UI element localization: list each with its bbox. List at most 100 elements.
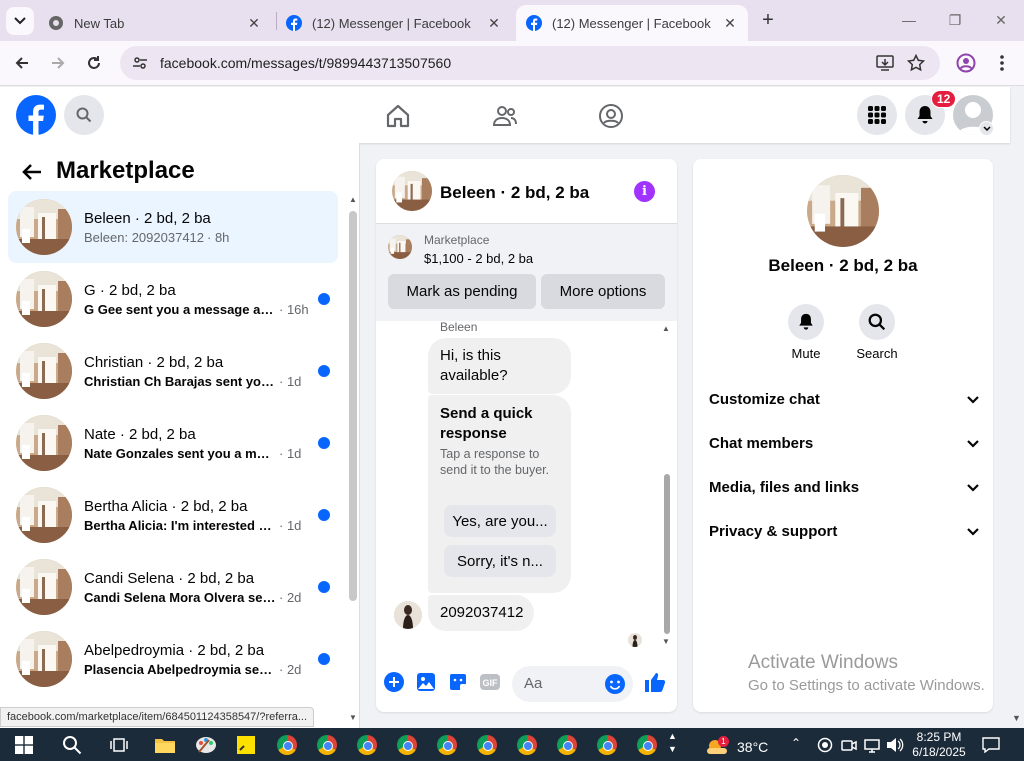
tab-search-button[interactable] <box>6 7 34 35</box>
customize-chat-section[interactable]: Customize chat <box>709 391 979 408</box>
listing-thumbnail[interactable] <box>388 235 412 259</box>
forward-button[interactable] <box>44 49 72 77</box>
privacy-support-section[interactable]: Privacy & support <box>709 523 979 540</box>
chrome-taskbar-button[interactable] <box>354 732 380 758</box>
site-info-icon[interactable] <box>132 55 148 71</box>
browser-toolbar: facebook.com/messages/t/9899443713507560 <box>0 41 1024 86</box>
chrome-taskbar-button[interactable] <box>634 732 660 758</box>
gif-icon[interactable]: GIF <box>479 672 501 692</box>
conversation-item[interactable]: Abelpedroymia · 2 bd, 2 ba Plasencia Abel… <box>8 623 338 695</box>
taskbar-scroll[interactable]: ▲ ▼ <box>668 730 677 756</box>
page-scroll-down-icon[interactable]: ▼ <box>1012 713 1021 723</box>
chrome-icon <box>597 735 617 755</box>
new-tab-button[interactable]: + <box>753 8 783 32</box>
task-view-button[interactable] <box>106 732 132 758</box>
conversation-item[interactable]: Nate · 2 bd, 2 ba Nate Gonzales sent you … <box>8 407 338 479</box>
volume-button[interactable] <box>882 732 908 758</box>
fb-search-button[interactable] <box>64 95 104 135</box>
windows-taskbar: ▲ ▼ 1 38°C ⌃ 8:25 PM 6/18/2025 <box>0 728 1024 761</box>
more-options-button[interactable]: More options <box>541 274 665 309</box>
quick-reply-button[interactable]: Sorry, it's n... <box>444 545 556 577</box>
section-label: Privacy & support <box>709 523 838 540</box>
conversation-item[interactable]: Candi Selena · 2 bd, 2 ba Candi Selena Mo… <box>8 551 338 623</box>
address-bar[interactable]: facebook.com/messages/t/9899443713507560 <box>120 46 940 80</box>
minimize-button[interactable]: — <box>894 8 924 32</box>
info-icon[interactable]: i <box>634 181 655 202</box>
chrome-taskbar-button[interactable] <box>474 732 500 758</box>
message-bubble[interactable]: 2092037412 <box>428 595 534 631</box>
chrome-taskbar-button[interactable] <box>514 732 540 758</box>
emoji-icon[interactable] <box>604 673 626 695</box>
conversation-name: Beleen · 2 bd, 2 ba <box>84 209 211 227</box>
chat-avatar[interactable] <box>392 171 432 211</box>
sticker-icon[interactable] <box>448 672 468 692</box>
message-bubble[interactable]: Hi, is this available? <box>428 338 571 394</box>
tab-close-icon[interactable]: ✕ <box>722 15 738 32</box>
close-window-button[interactable]: ✕ <box>986 8 1016 32</box>
notification-center-button[interactable] <box>978 732 1004 758</box>
back-arrow-icon[interactable] <box>22 163 42 181</box>
tab-close-icon[interactable]: ✕ <box>486 15 502 32</box>
chrome-taskbar-button[interactable] <box>554 732 580 758</box>
paint-app-button[interactable] <box>193 732 219 758</box>
tab-messenger-2[interactable]: (12) Messenger | Facebook ✕ <box>516 5 748 41</box>
chat-title[interactable]: Beleen · 2 bd, 2 ba <box>440 183 589 203</box>
sticky-notes-button[interactable] <box>233 732 259 758</box>
tab-new-tab[interactable]: New Tab ✕ <box>38 5 272 41</box>
file-explorer-button[interactable] <box>152 732 178 758</box>
tab-close-icon[interactable]: ✕ <box>246 15 262 32</box>
windows-logo-icon <box>15 736 33 754</box>
chrome-taskbar-button[interactable] <box>314 732 340 758</box>
browser-menu-button[interactable] <box>988 49 1016 77</box>
taskbar-clock[interactable]: 8:25 PM 6/18/2025 <box>908 730 970 760</box>
chrome-taskbar-button[interactable] <box>274 732 300 758</box>
conversation-item[interactable]: G · 2 bd, 2 ba G Gee sent you a message a… <box>8 263 338 335</box>
list-scrollbar[interactable]: ▲ ▼ <box>346 195 359 725</box>
mute-button[interactable]: Mute <box>776 304 836 361</box>
photo-icon[interactable] <box>416 672 436 692</box>
restore-button[interactable]: ❐ <box>940 8 970 32</box>
thumbs-up-icon[interactable] <box>644 671 666 693</box>
profile-button[interactable] <box>952 49 980 77</box>
tray-chevron-up-icon[interactable]: ⌃ <box>791 736 801 750</box>
quick-reply-button[interactable]: Yes, are you... <box>444 505 556 537</box>
bookmark-star-icon[interactable] <box>907 54 925 72</box>
reload-button[interactable] <box>80 49 108 77</box>
tab-messenger-1[interactable]: (12) Messenger | Facebook ✕ <box>276 5 512 41</box>
chrome-taskbar-button[interactable] <box>394 732 420 758</box>
camera-icon <box>841 740 857 751</box>
conversation-preview-row: Plasencia Abelpedroymia sent y... · 2d <box>84 662 309 677</box>
search-chat-button[interactable]: Search <box>847 304 907 361</box>
chrome-icon <box>49 16 63 30</box>
tray-icon-1[interactable] <box>812 732 838 758</box>
sender-avatar[interactable] <box>394 601 422 629</box>
account-chevron[interactable] <box>979 121 994 136</box>
conversation-item[interactable]: Beleen · 2 bd, 2 ba Beleen: 2092037412 · 8… <box>8 191 338 263</box>
temperature-label: 38°C <box>737 739 769 755</box>
chrome-taskbar-button[interactable] <box>434 732 460 758</box>
media-files-links-section[interactable]: Media, files and links <box>709 479 979 496</box>
unread-dot <box>318 365 330 377</box>
chat-members-section[interactable]: Chat members <box>709 435 979 452</box>
install-app-icon[interactable] <box>876 54 894 72</box>
facebook-logo-icon[interactable] <box>16 95 56 135</box>
back-button[interactable] <box>8 49 36 77</box>
conversation-preview-row: Christian Ch Barajas sent you a ... · 1d <box>84 374 309 389</box>
conversation-item[interactable]: Christian · 2 bd, 2 ba Christian Ch Baraj… <box>8 335 338 407</box>
mark-as-pending-button[interactable]: Mark as pending <box>388 274 536 309</box>
home-icon[interactable] <box>385 103 411 129</box>
taskbar-search-button[interactable] <box>59 732 85 758</box>
groups-icon[interactable] <box>598 103 624 129</box>
chat-info-avatar[interactable] <box>807 175 879 247</box>
chrome-taskbar-button[interactable] <box>594 732 620 758</box>
conversation-time: · 1d <box>279 445 302 461</box>
status-bar-url: facebook.com/marketplace/item/6845011243… <box>0 707 315 727</box>
listing-detail[interactable]: $1,100 - 2 bd, 2 ba <box>424 251 533 266</box>
conversation-item[interactable]: Bertha Alicia · 2 bd, 2 ba Bertha Alicia:… <box>8 479 338 551</box>
message-input[interactable]: Aa <box>512 666 633 702</box>
friends-icon[interactable] <box>492 103 518 129</box>
plus-circle-icon[interactable] <box>384 672 404 692</box>
menu-button[interactable] <box>857 95 897 135</box>
messages-scrollbar[interactable]: ▲ ▼ <box>662 324 672 649</box>
start-button[interactable] <box>11 732 37 758</box>
